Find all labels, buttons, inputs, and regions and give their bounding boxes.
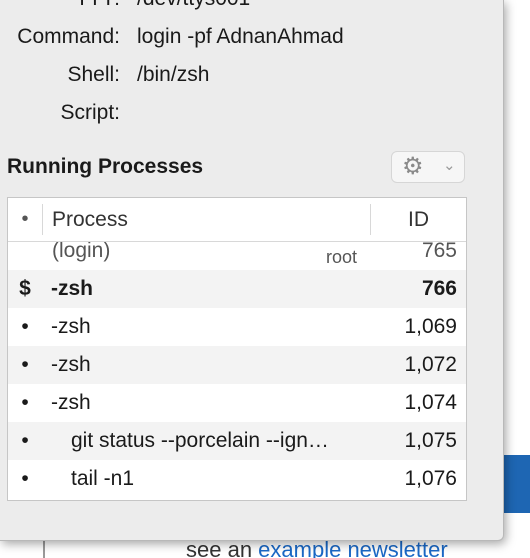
shell-row: Shell: /bin/zsh xyxy=(0,63,503,93)
command-row: Command: login -pf AdnanAhmad xyxy=(0,25,503,55)
background-blue-block xyxy=(503,455,530,513)
process-table[interactable]: • Process ID (login) root 765 $ -zsh 766… xyxy=(7,197,467,501)
column-header-id[interactable]: ID xyxy=(371,198,466,241)
row-status: • xyxy=(21,391,29,414)
tty-row: TTY: /dev/ttys001 xyxy=(0,0,503,17)
column-header-status[interactable]: • xyxy=(8,198,42,241)
running-processes-title: Running Processes xyxy=(7,155,204,178)
row-process-name: git status --porcelain --ign… xyxy=(71,429,329,452)
row-status: $ xyxy=(19,277,31,300)
tty-value: /dev/ttys001 xyxy=(137,0,250,11)
table-row[interactable]: • -zsh 1,069 xyxy=(8,308,466,346)
row-process-id: 1,072 xyxy=(404,353,457,376)
row-status: • xyxy=(21,353,29,376)
chevron-down-icon: ⌄ xyxy=(443,157,456,174)
row-process-id: 1,076 xyxy=(404,467,457,490)
table-row[interactable]: $ -zsh 766 xyxy=(8,270,466,308)
row-process-name: -zsh xyxy=(51,353,91,376)
row-process-id: 1,069 xyxy=(404,315,457,338)
row-status: • xyxy=(21,429,29,452)
script-label: Script: xyxy=(60,101,120,124)
table-row[interactable]: • git status --porcelain --ign… 1,075 xyxy=(8,422,466,460)
row-process-id: 1,074 xyxy=(404,391,457,414)
row-process-name: -zsh xyxy=(51,277,93,300)
row-process-name: tail -n1 xyxy=(71,467,135,490)
shell-label: Shell: xyxy=(67,63,120,86)
column-header-process[interactable]: Process xyxy=(52,198,128,241)
row-process-name: -zsh xyxy=(51,391,91,414)
process-actions-button[interactable]: ⚙ ⌄ xyxy=(391,151,465,183)
column-divider xyxy=(42,204,43,235)
shell-value: /bin/zsh xyxy=(137,63,210,86)
background-divider xyxy=(43,540,45,558)
table-row[interactable]: • -zsh 1,072 xyxy=(8,346,466,384)
inspector-panel: TTY: /dev/ttys001 Command: login -pf Adn… xyxy=(0,0,504,541)
process-table-header: • Process ID xyxy=(8,198,466,242)
table-row[interactable]: • tail -n1 1,076 xyxy=(8,460,466,498)
row-process-id: 1,075 xyxy=(404,429,457,452)
command-label: Command: xyxy=(17,25,120,48)
row-process-id: 766 xyxy=(421,277,457,300)
row-process-name: -zsh xyxy=(51,315,91,338)
script-row: Script: xyxy=(0,101,503,131)
table-row[interactable]: • -zsh 1,074 xyxy=(8,384,466,422)
command-value: login -pf AdnanAhmad xyxy=(137,25,344,48)
row-status: • xyxy=(21,467,29,490)
tty-label: TTY: xyxy=(76,0,120,11)
gear-icon: ⚙ xyxy=(402,153,424,180)
row-status: • xyxy=(21,315,29,338)
